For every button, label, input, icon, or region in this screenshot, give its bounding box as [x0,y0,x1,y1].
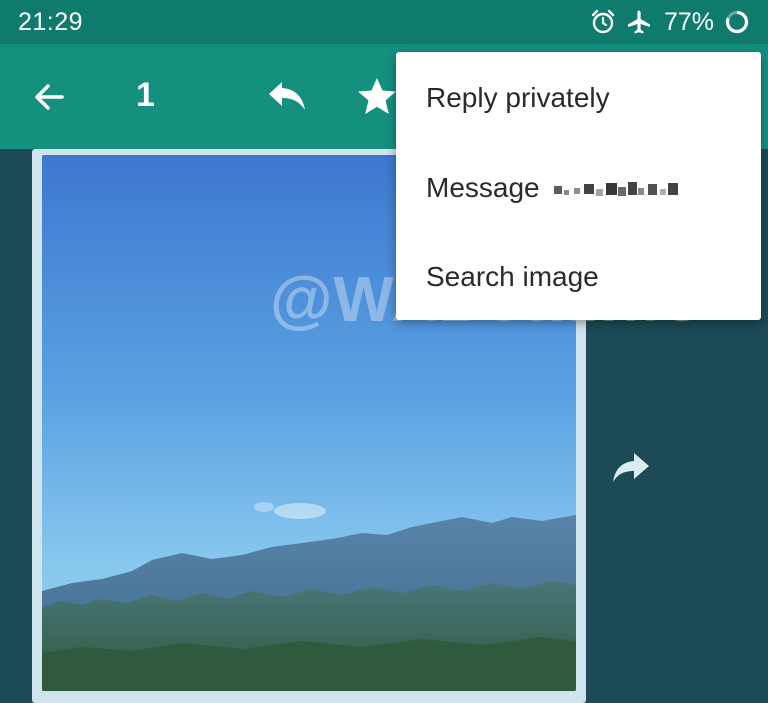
menu-item-search-image[interactable]: Search image [396,232,761,321]
battery-percent: 77% [663,7,714,36]
status-time: 21:29 [18,8,84,36]
redacted-contact-name [552,177,684,199]
status-icons: 77% [590,7,750,37]
status-bar: 21:29 77% [0,0,768,44]
forward-icon[interactable] [610,447,652,487]
alarm-icon [590,9,616,35]
star-icon[interactable] [356,76,398,116]
airplane-mode-icon [626,9,652,35]
reply-icon[interactable] [266,76,308,116]
menu-item-label: Message [426,171,540,203]
menu-item-label: Reply privately [426,81,610,113]
selected-count: 1 [136,76,155,114]
menu-item-reply-privately[interactable]: Reply privately [396,53,761,142]
overflow-menu: Reply privately Message Search image [396,52,761,320]
battery-ring-icon [724,9,750,35]
back-arrow-icon[interactable] [30,78,68,116]
menu-item-message-contact[interactable]: Message [396,143,761,232]
menu-item-label: Search image [426,260,599,292]
